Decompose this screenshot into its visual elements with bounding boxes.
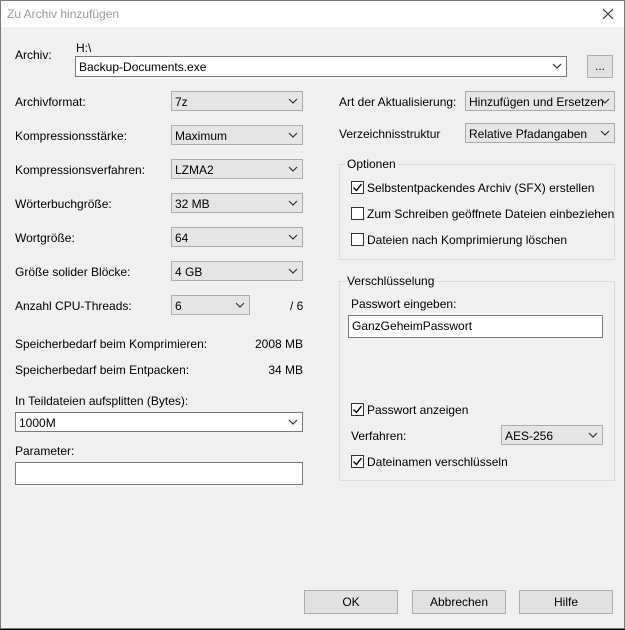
method-label: Kompressionsverfahren: [15,163,146,177]
chevron-down-icon [288,132,298,138]
checkmark-icon [353,405,363,414]
archive-label: Archiv: [15,48,52,62]
solid-label: Größe solider Blöcke: [15,265,131,279]
solid-value: 4 GB [175,265,203,279]
split-combobox[interactable]: 1000M [15,412,303,432]
chevron-down-icon [288,419,298,425]
update-value: Hinzufügen und Ersetzen [469,95,604,109]
chevron-down-icon [288,98,298,104]
help-button[interactable]: Hilfe [519,590,613,614]
cancel-button[interactable]: Abbrechen [412,590,506,614]
chevron-down-icon [288,234,298,240]
params-input[interactable] [15,462,303,485]
archive-name-value: Backup-Documents.exe [79,60,207,74]
checkmark-icon [353,183,363,192]
delete-after-checkbox[interactable] [351,233,364,246]
level-value: Maximum [175,129,228,143]
dict-value: 32 MB [175,197,210,211]
word-label: Wortgröße: [15,231,75,245]
mem-compress-label: Speicherbedarf beim Komprimieren: [15,337,208,351]
encryption-title: Verschlüsselung [345,274,437,288]
threads-combobox[interactable]: 6 [171,295,250,315]
dict-combobox[interactable]: 32 MB [171,193,303,213]
dict-label: Wörterbuchgröße: [15,197,112,211]
shared-files-label: Zum Schreiben geöffnete Dateien einbezie… [367,207,615,221]
password-value: GanzGeheimPasswort [352,319,473,333]
sfx-label: Selbstentpackendes Archiv (SFX) erstelle… [367,181,595,195]
paths-value: Relative Pfadangaben [469,127,588,141]
word-value: 64 [175,231,189,245]
password-label: Passwort eingeben: [351,297,457,311]
chevron-down-icon [288,200,298,206]
show-password-checkbox[interactable] [351,403,364,416]
delete-after-label: Dateien nach Komprimierung löschen [367,233,568,247]
password-input[interactable]: GanzGeheimPasswort [348,315,603,338]
format-label: Archivformat: [15,95,86,109]
params-label: Parameter: [15,444,75,458]
encrypt-names-label: Dateinamen verschlüsseln [367,455,508,469]
encryption-group [339,281,615,481]
archive-path: H:\ [76,41,92,55]
update-combobox[interactable]: Hinzufügen und Ersetzen [465,91,615,111]
chevron-down-icon [288,268,298,274]
mem-compress-value: 2008 MB [254,337,303,351]
split-value: 1000M [19,416,56,430]
level-combobox[interactable]: Maximum [171,125,303,145]
options-title: Optionen [345,157,398,171]
show-password-label: Passwort anzeigen [367,403,469,417]
browse-button[interactable]: ... [587,55,613,78]
chevron-down-icon [600,130,610,136]
chevron-down-icon [588,432,598,438]
mem-decompress-value: 34 MB [268,363,303,377]
shared-files-checkbox[interactable] [351,207,364,220]
method-combobox[interactable]: LZMA2 [171,159,303,179]
enc-method-value: AES-256 [505,429,554,443]
paths-combobox[interactable]: Relative Pfadangaben [465,123,615,143]
sfx-checkbox[interactable] [351,181,364,194]
dialog-window: Zu Archiv hinzufügen Archiv: H:\ Backup-… [0,0,625,629]
mem-decompress-label: Speicherbedarf beim Entpacken: [15,363,190,377]
update-label: Art der Aktualisierung: [339,95,457,109]
encrypt-names-checkbox[interactable] [351,455,364,468]
word-combobox[interactable]: 64 [171,227,303,247]
level-label: Kompressionsstärke: [15,129,128,143]
threads-value: 6 [175,299,182,313]
enc-method-combobox[interactable]: AES-256 [501,425,603,445]
paths-label: Verzeichnisstruktur [339,127,441,141]
split-label: In Teildateien aufsplitten (Bytes): [15,394,189,408]
threads-total: / 6 [290,299,304,313]
chevron-down-icon [288,166,298,172]
method-value: LZMA2 [175,163,214,177]
checkmark-icon [353,457,363,466]
chevron-down-icon [600,98,610,104]
archive-name-combobox[interactable]: Backup-Documents.exe [75,56,567,77]
enc-method-label: Verfahren: [351,429,407,443]
format-combobox[interactable]: 7z [171,91,303,111]
title-bar: Zu Archiv hinzufügen [1,1,624,27]
window-title: Zu Archiv hinzufügen [7,7,120,21]
close-icon[interactable] [598,4,618,24]
format-value: 7z [175,95,188,109]
chevron-down-icon [235,302,245,308]
ok-button[interactable]: OK [304,590,398,614]
chevron-down-icon [552,63,562,69]
threads-label: Anzahl CPU-Threads: [15,299,132,313]
solid-combobox[interactable]: 4 GB [171,261,303,281]
